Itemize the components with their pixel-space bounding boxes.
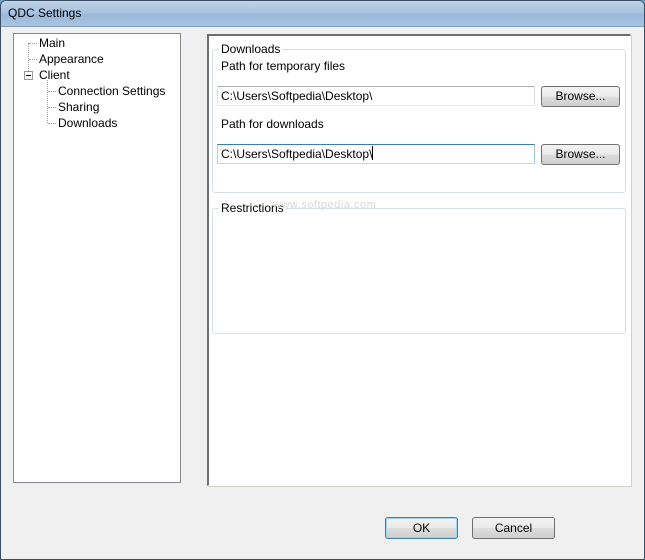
tree-item-client[interactable]: Client: [39, 67, 70, 83]
downloads-group: Downloads Path for temporary files C:\Us…: [212, 42, 626, 193]
settings-tree[interactable]: Main Appearance Client Connection Settin…: [13, 33, 181, 483]
ok-button[interactable]: OK: [385, 517, 458, 539]
cancel-button[interactable]: Cancel: [472, 517, 555, 539]
tree-item-label: Sharing: [58, 100, 100, 114]
restrictions-group: Restrictions: [212, 201, 626, 334]
downloads-group-title: Downloads: [219, 42, 283, 56]
softpedia-watermark: www.softpedia.com: [273, 199, 377, 211]
tree-line: [48, 91, 56, 92]
browse-temp-button[interactable]: Browse...: [541, 86, 620, 107]
tree-item-downloads[interactable]: Downloads: [58, 115, 117, 131]
title-bar[interactable]: QDC Settings: [1, 1, 644, 27]
tree-item-label: Client: [39, 68, 70, 82]
tree-item-sharing[interactable]: Sharing: [58, 99, 99, 115]
tree-line: [47, 80, 48, 123]
tree-line: [48, 123, 56, 124]
tree-item-label: Connection Settings: [58, 84, 166, 98]
tree-item-label: Appearance: [39, 52, 104, 66]
tree-item-label: Main: [39, 36, 66, 50]
downloads-path-input[interactable]: C:\Users\Softpedia\Desktop\: [217, 144, 535, 164]
tree-item-appearance[interactable]: Appearance: [39, 51, 104, 67]
window-client-area: Main Appearance Client Connection Settin…: [7, 27, 638, 554]
tree-line: [29, 59, 37, 60]
tree-item-main[interactable]: Main: [39, 35, 65, 51]
collapse-toggle-icon[interactable]: [24, 71, 33, 80]
tree-item-connection-settings[interactable]: Connection Settings: [58, 83, 165, 99]
temp-path-label: Path for temporary files: [221, 59, 346, 73]
settings-window: QDC Settings Main Appearance Client Conn…: [0, 0, 645, 560]
settings-panel: Downloads Path for temporary files C:\Us…: [207, 34, 631, 486]
tree-line: [48, 107, 56, 108]
text-caret: [372, 146, 374, 160]
tree-item-label: Downloads: [58, 116, 118, 130]
tree-line: [29, 43, 37, 44]
window-title: QDC Settings: [8, 6, 82, 20]
downloads-path-label: Path for downloads: [221, 117, 324, 131]
temp-path-input[interactable]: C:\Users\Softpedia\Desktop\: [217, 86, 535, 106]
browse-downloads-button[interactable]: Browse...: [541, 144, 620, 165]
